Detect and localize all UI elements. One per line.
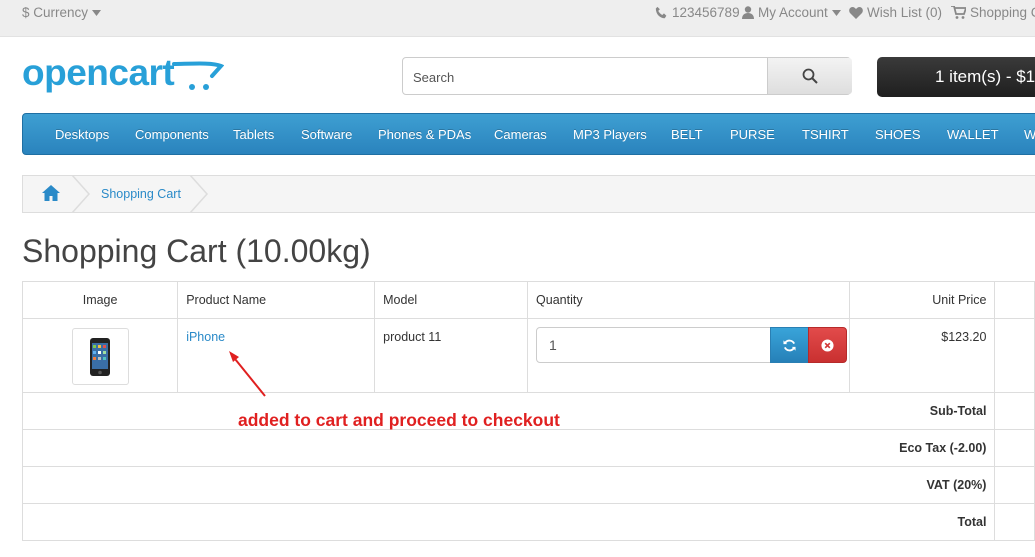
menu-item-tablets[interactable]: Tablets <box>233 127 274 142</box>
menu-item-phones-pdas[interactable]: Phones & PDAs <box>378 127 471 142</box>
total-row: Total <box>21 503 1035 541</box>
remove-icon <box>821 338 834 352</box>
search-icon <box>802 68 818 84</box>
phone-number: 123456789 <box>672 5 740 20</box>
heart-icon <box>849 6 863 19</box>
user-icon <box>742 6 754 19</box>
cart-button-label: 1 item(s) - $123.20 <box>935 67 1035 86</box>
currency-dropdown[interactable]: $ Currency <box>22 5 102 20</box>
menu-item-components[interactable]: Components <box>135 127 209 142</box>
eco-tax-label: Eco Tax (-2.00) <box>21 429 996 467</box>
header-product-name: Product Name <box>177 281 376 319</box>
remove-button[interactable] <box>808 327 848 363</box>
caret-down-icon <box>92 9 102 16</box>
logo-cart-icon <box>172 61 224 90</box>
quantity-group <box>536 327 848 363</box>
header-quantity: Quantity <box>527 281 851 319</box>
menu-item-purse[interactable]: PURSE <box>730 127 775 142</box>
wish-list-link[interactable]: Wish List (0) <box>849 5 942 20</box>
product-image-cell <box>21 318 179 393</box>
menu-item-shoes[interactable]: SHOES <box>875 127 921 142</box>
table-row: iPhone product 11 $123.20 <box>21 318 1035 393</box>
cart-button[interactable]: 1 item(s) - $123.20 <box>877 57 1035 97</box>
top-bar: $ Currency 123456789 My Account Wish Lis… <box>0 0 1035 37</box>
menu-item-desktops[interactable]: Desktops <box>55 127 109 142</box>
breadcrumb-shopping-cart[interactable]: Shopping Cart <box>101 187 181 201</box>
menu-item-cameras[interactable]: Cameras <box>494 127 547 142</box>
menu-item-wallet[interactable]: WALLET <box>947 127 999 142</box>
refresh-icon <box>783 339 796 351</box>
subtotal-value <box>994 392 1035 430</box>
eco-tax-value <box>994 429 1035 467</box>
cart-icon <box>951 6 966 19</box>
home-icon[interactable] <box>42 185 60 201</box>
iphone-image <box>90 337 111 376</box>
search-button[interactable] <box>767 58 852 94</box>
main-menu: Desktops Components Tablets Software Pho… <box>22 113 1035 155</box>
eco-tax-row: Eco Tax (-2.00) <box>21 429 1035 467</box>
quantity-cell <box>527 318 851 393</box>
my-account-label: My Account <box>758 5 828 20</box>
menu-item-mp3-players[interactable]: MP3 Players <box>573 127 647 142</box>
page-title: Shopping Cart (10.00kg) <box>22 233 371 269</box>
shopping-cart-label: Shopping Cart <box>970 5 1035 20</box>
table-header-row: Image Product Name Model Quantity Unit P… <box>21 281 1035 319</box>
vat-value <box>994 466 1035 504</box>
header-unit-price: Unit Price <box>849 281 996 319</box>
product-link-iphone[interactable]: iPhone <box>186 330 225 344</box>
currency-label: $ Currency <box>22 5 89 20</box>
breadcrumb: Shopping Cart <box>22 175 1035 213</box>
total-price-cell <box>994 318 1035 393</box>
quantity-input[interactable] <box>536 327 772 363</box>
product-thumbnail[interactable] <box>71 328 129 385</box>
shopping-cart-link[interactable]: Shopping Cart <box>951 5 1035 20</box>
phone-link[interactable]: 123456789 <box>655 5 740 20</box>
annotation-text: added to cart and proceed to checkout <box>238 410 560 430</box>
menu-item-software[interactable]: Software <box>301 127 352 142</box>
menu-item-belt[interactable]: BELT <box>671 127 703 142</box>
breadcrumb-separator <box>71 175 91 213</box>
vat-row: VAT (20%) <box>21 466 1035 504</box>
vat-label: VAT (20%) <box>21 466 996 504</box>
menu-item-tshirt[interactable]: TSHIRT <box>802 127 849 142</box>
search-bar <box>402 57 852 96</box>
caret-down-icon <box>831 9 841 16</box>
update-button[interactable] <box>770 327 810 363</box>
wish-list-label: Wish List (0) <box>867 5 943 20</box>
header-extra <box>994 281 1035 319</box>
unit-price-cell: $123.20 <box>849 318 996 393</box>
product-name-cell: iPhone <box>177 318 376 393</box>
product-model-cell: product 11 <box>374 318 529 393</box>
annotation-arrow-icon <box>229 351 266 397</box>
phone-icon <box>655 6 667 19</box>
header-image: Image <box>21 281 179 319</box>
menu-item-watch[interactable]: WATCH <box>1024 127 1035 142</box>
total-label: Total <box>21 503 996 541</box>
header-model: Model <box>374 281 529 319</box>
logo[interactable]: opencart <box>22 52 175 94</box>
search-input[interactable] <box>403 58 777 96</box>
total-value <box>994 503 1035 541</box>
breadcrumb-separator <box>189 175 209 213</box>
my-account-dropdown[interactable]: My Account <box>742 5 841 20</box>
